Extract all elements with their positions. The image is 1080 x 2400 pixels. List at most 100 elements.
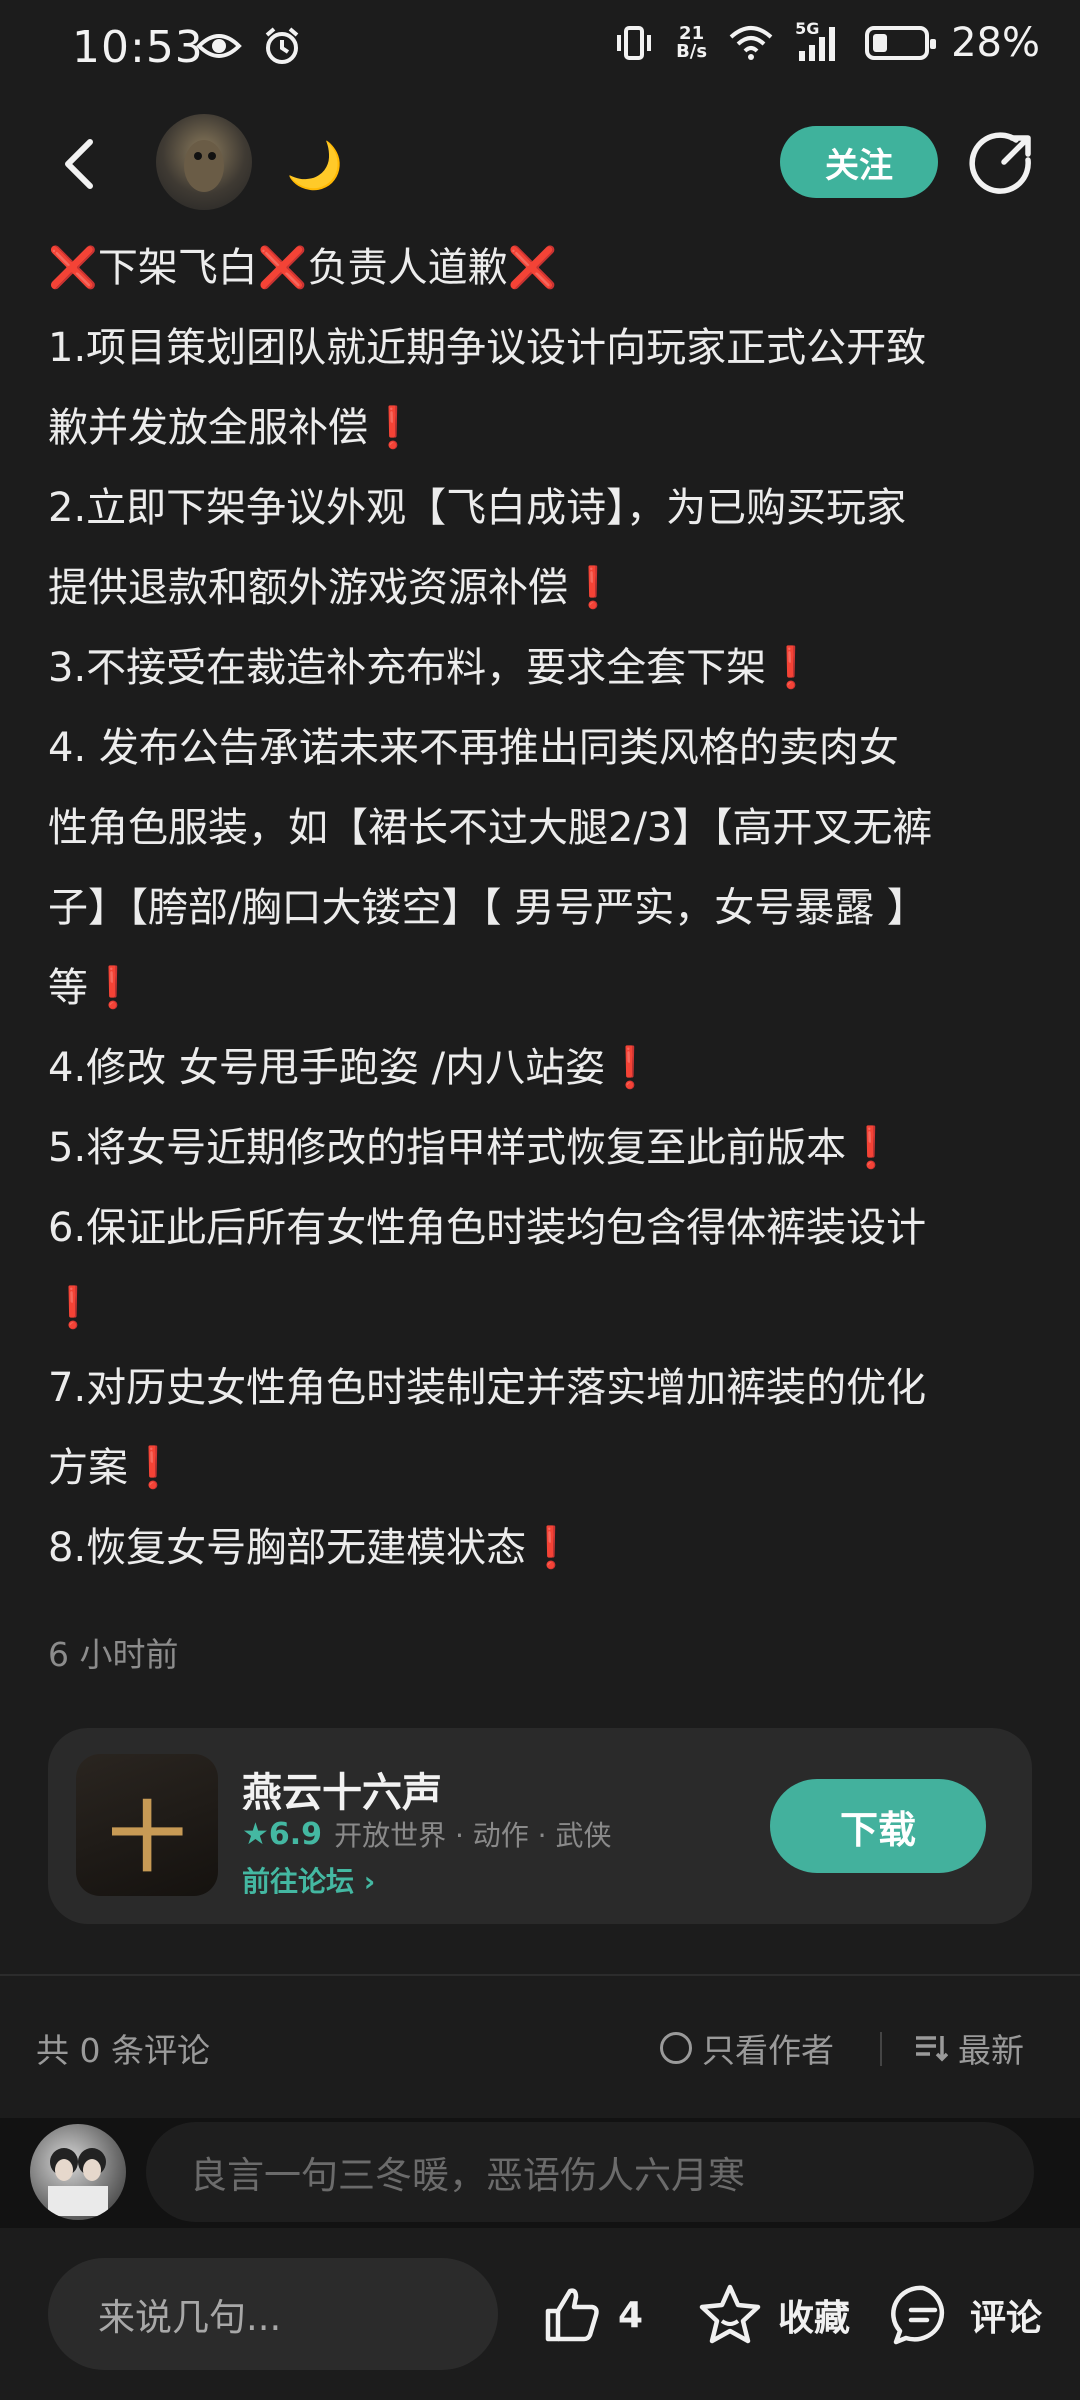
comments-header: 共 0 条评论 只看作者 最新	[0, 2010, 1080, 2080]
post-line: 歉并发放全服补偿❗	[48, 388, 1038, 468]
bottom-action-bar: 来说几句... 4 收藏 评论	[0, 2228, 1080, 2400]
status-time: 10:53	[72, 22, 204, 73]
follow-button[interactable]: 关注	[780, 126, 938, 198]
post-text: 8.恢复女号胸部无建模状态	[48, 1525, 527, 1571]
post-line: 4. 发布公告承诺未来不再推出同类风格的卖肉女	[48, 708, 1038, 788]
sort-label: 最新	[958, 2031, 1024, 2070]
exclamation-icon: ❗	[128, 1445, 178, 1491]
radio-circle-icon	[660, 2032, 692, 2064]
rating-value: 6.9	[268, 1816, 323, 1852]
author-only-label: 只看作者	[702, 2031, 834, 2070]
share-icon[interactable]	[968, 130, 1036, 198]
favorite-button[interactable]: 收藏	[696, 2270, 850, 2360]
comment-bubble-icon	[891, 2285, 945, 2345]
chevron-right-icon: ›	[363, 1865, 376, 1898]
post-line: 8.恢复女号胸部无建模状态❗	[48, 1508, 1038, 1588]
exclamation-icon: ❗	[605, 1045, 655, 1091]
sort-newest-button[interactable]: 最新	[914, 2024, 1024, 2072]
post-text: 1.项目策划团队就近期争议设计向玩家正式公开致	[48, 325, 927, 371]
post-line: ❗	[48, 1268, 1038, 1348]
network-speed: 21 B/s	[676, 25, 707, 61]
forum-link[interactable]: 前往论坛 ›	[242, 1860, 375, 1900]
post-text: 性角色服装，如【裙长不过大腿2/3】【高开叉无裤	[48, 805, 933, 851]
game-card[interactable]: 十卄 燕云十六声 ★6.9 开放世界 · 动作 · 武侠 前往论坛 › 下载	[48, 1728, 1032, 1924]
post-text: 6.保证此后所有女性角色时装均包含得体裤装设计	[48, 1205, 927, 1251]
post-text: 7.对历史女性角色时装制定并落实增加裤装的优化	[48, 1365, 927, 1411]
post-text: 提供退款和额外游戏资源补偿	[48, 565, 568, 611]
game-icon[interactable]: 十卄	[76, 1754, 218, 1896]
post-text: 4. 发布公告承诺未来不再推出同类风格的卖肉女	[48, 725, 899, 771]
post-text: 等	[48, 965, 88, 1011]
battery-icon	[865, 26, 937, 60]
wifi-icon	[729, 26, 773, 60]
comment-input[interactable]: 良言一句三冬暖，恶语伤人六月寒	[146, 2122, 1034, 2222]
post-text: 2.立即下架争议外观【飞白成诗】，为已购买玩家	[48, 485, 907, 531]
comment-button[interactable]: 评论	[890, 2270, 1042, 2360]
exclamation-icon: ❗	[568, 565, 618, 611]
post-time: 6 小时前	[48, 1635, 179, 1674]
post-text: 5.将女号近期修改的指甲样式恢复至此前版本	[48, 1125, 847, 1171]
post-line: 1.项目策划团队就近期争议设计向玩家正式公开致	[48, 308, 1038, 388]
star-icon: ★	[242, 1816, 269, 1852]
post-line: ❌下架飞白❌负责人道歉❌	[48, 228, 1038, 308]
post-line: 子】【胯部/胸口大镂空】【 男号严实，女号暴露 】	[48, 868, 1038, 948]
cross-mark-icon: ❌	[48, 245, 98, 291]
back-icon[interactable]	[52, 134, 112, 194]
exclamation-icon: ❗	[88, 965, 138, 1011]
game-title: 燕云十六声	[242, 1770, 442, 1816]
post-line: 7.对历史女性角色时装制定并落实增加裤装的优化	[48, 1348, 1038, 1428]
comment-quote-strip: 良言一句三冬暖，恶语伤人六月寒	[0, 2118, 1080, 2228]
post-line: 方案❗	[48, 1428, 1038, 1508]
sort-icon	[916, 2036, 948, 2062]
post-text: 子】【胯部/胸口大镂空】【 男号严实，女号暴露 】	[48, 885, 927, 931]
thumbs-up-icon	[545, 2288, 599, 2342]
game-logo: 十卄	[109, 1793, 185, 1882]
game-meta: ★6.9 开放世界 · 动作 · 武侠	[242, 1814, 611, 1854]
post-header: 🌙 关注	[0, 110, 1080, 220]
battery-percent: 28%	[951, 20, 1040, 66]
game-tags: 开放世界 · 动作 · 武侠	[334, 1819, 612, 1852]
speed-unit: B/s	[676, 41, 708, 62]
post-line: 2.立即下架争议外观【飞白成诗】，为已购买玩家	[48, 468, 1038, 548]
forum-link-label: 前往论坛	[242, 1865, 355, 1898]
comment-count: 共 0 条评论	[36, 2031, 210, 2070]
status-left-icons	[196, 26, 302, 66]
cell-signal-icon: 5G	[795, 19, 843, 63]
status-bar: 10:53 21 B/s 5G 28%	[0, 0, 1080, 100]
battery-fill	[873, 34, 887, 52]
cross-mark-icon: ❌	[257, 245, 308, 291]
post-line: 3.不接受在裁造补充布料，要求全套下架❗	[48, 628, 1038, 708]
post-text: 负责人道歉	[307, 245, 508, 291]
like-button[interactable]: 4	[540, 2270, 643, 2360]
alarm-icon	[265, 27, 299, 64]
exclamation-icon: ❗	[368, 405, 418, 451]
like-count: 4	[618, 2294, 644, 2336]
comment-label: 评论	[970, 2298, 1043, 2339]
vibrate-icon	[617, 26, 652, 60]
author-only-toggle[interactable]: 只看作者	[660, 2024, 834, 2072]
exclamation-icon: ❗	[766, 645, 816, 691]
exclamation-icon: ❗	[846, 1125, 896, 1171]
download-button[interactable]: 下载	[770, 1779, 986, 1873]
star-icon	[699, 2284, 761, 2344]
favorite-label: 收藏	[778, 2298, 851, 2339]
post-text: 3.不接受在裁造补充布料，要求全套下架	[48, 645, 767, 691]
post-text: 歉并发放全服补偿	[48, 405, 368, 451]
post-text: 4.修改 女号甩手跑姿 /内八站姿	[48, 1045, 606, 1091]
post-line: 4.修改 女号甩手跑姿 /内八站姿❗	[48, 1028, 1038, 1108]
author-avatar[interactable]	[156, 114, 252, 210]
post-content: ❌下架飞白❌负责人道歉❌ 1.项目策划团队就近期争议设计向玩家正式公开致 歉并发放全…	[48, 228, 1038, 1588]
say-something-input[interactable]: 来说几句...	[48, 2258, 498, 2370]
post-line: 提供退款和额外游戏资源补偿❗	[48, 548, 1038, 628]
eye-icon	[196, 34, 242, 58]
moon-icon: 🌙	[286, 138, 344, 192]
exclamation-icon: ❗	[526, 1525, 576, 1571]
post-line: 6.保证此后所有女性角色时装均包含得体裤装设计	[48, 1188, 1038, 1268]
post-line: 5.将女号近期修改的指甲样式恢复至此前版本❗	[48, 1108, 1038, 1188]
post-line: 性角色服装，如【裙长不过大腿2/3】【高开叉无裤	[48, 788, 1038, 868]
post-line: 等❗	[48, 948, 1038, 1028]
cross-mark-icon: ❌	[507, 245, 558, 291]
game-rating: ★6.9	[242, 1817, 322, 1852]
user-avatar[interactable]	[30, 2124, 126, 2220]
status-right: 21 B/s 5G 28%	[614, 19, 1040, 66]
